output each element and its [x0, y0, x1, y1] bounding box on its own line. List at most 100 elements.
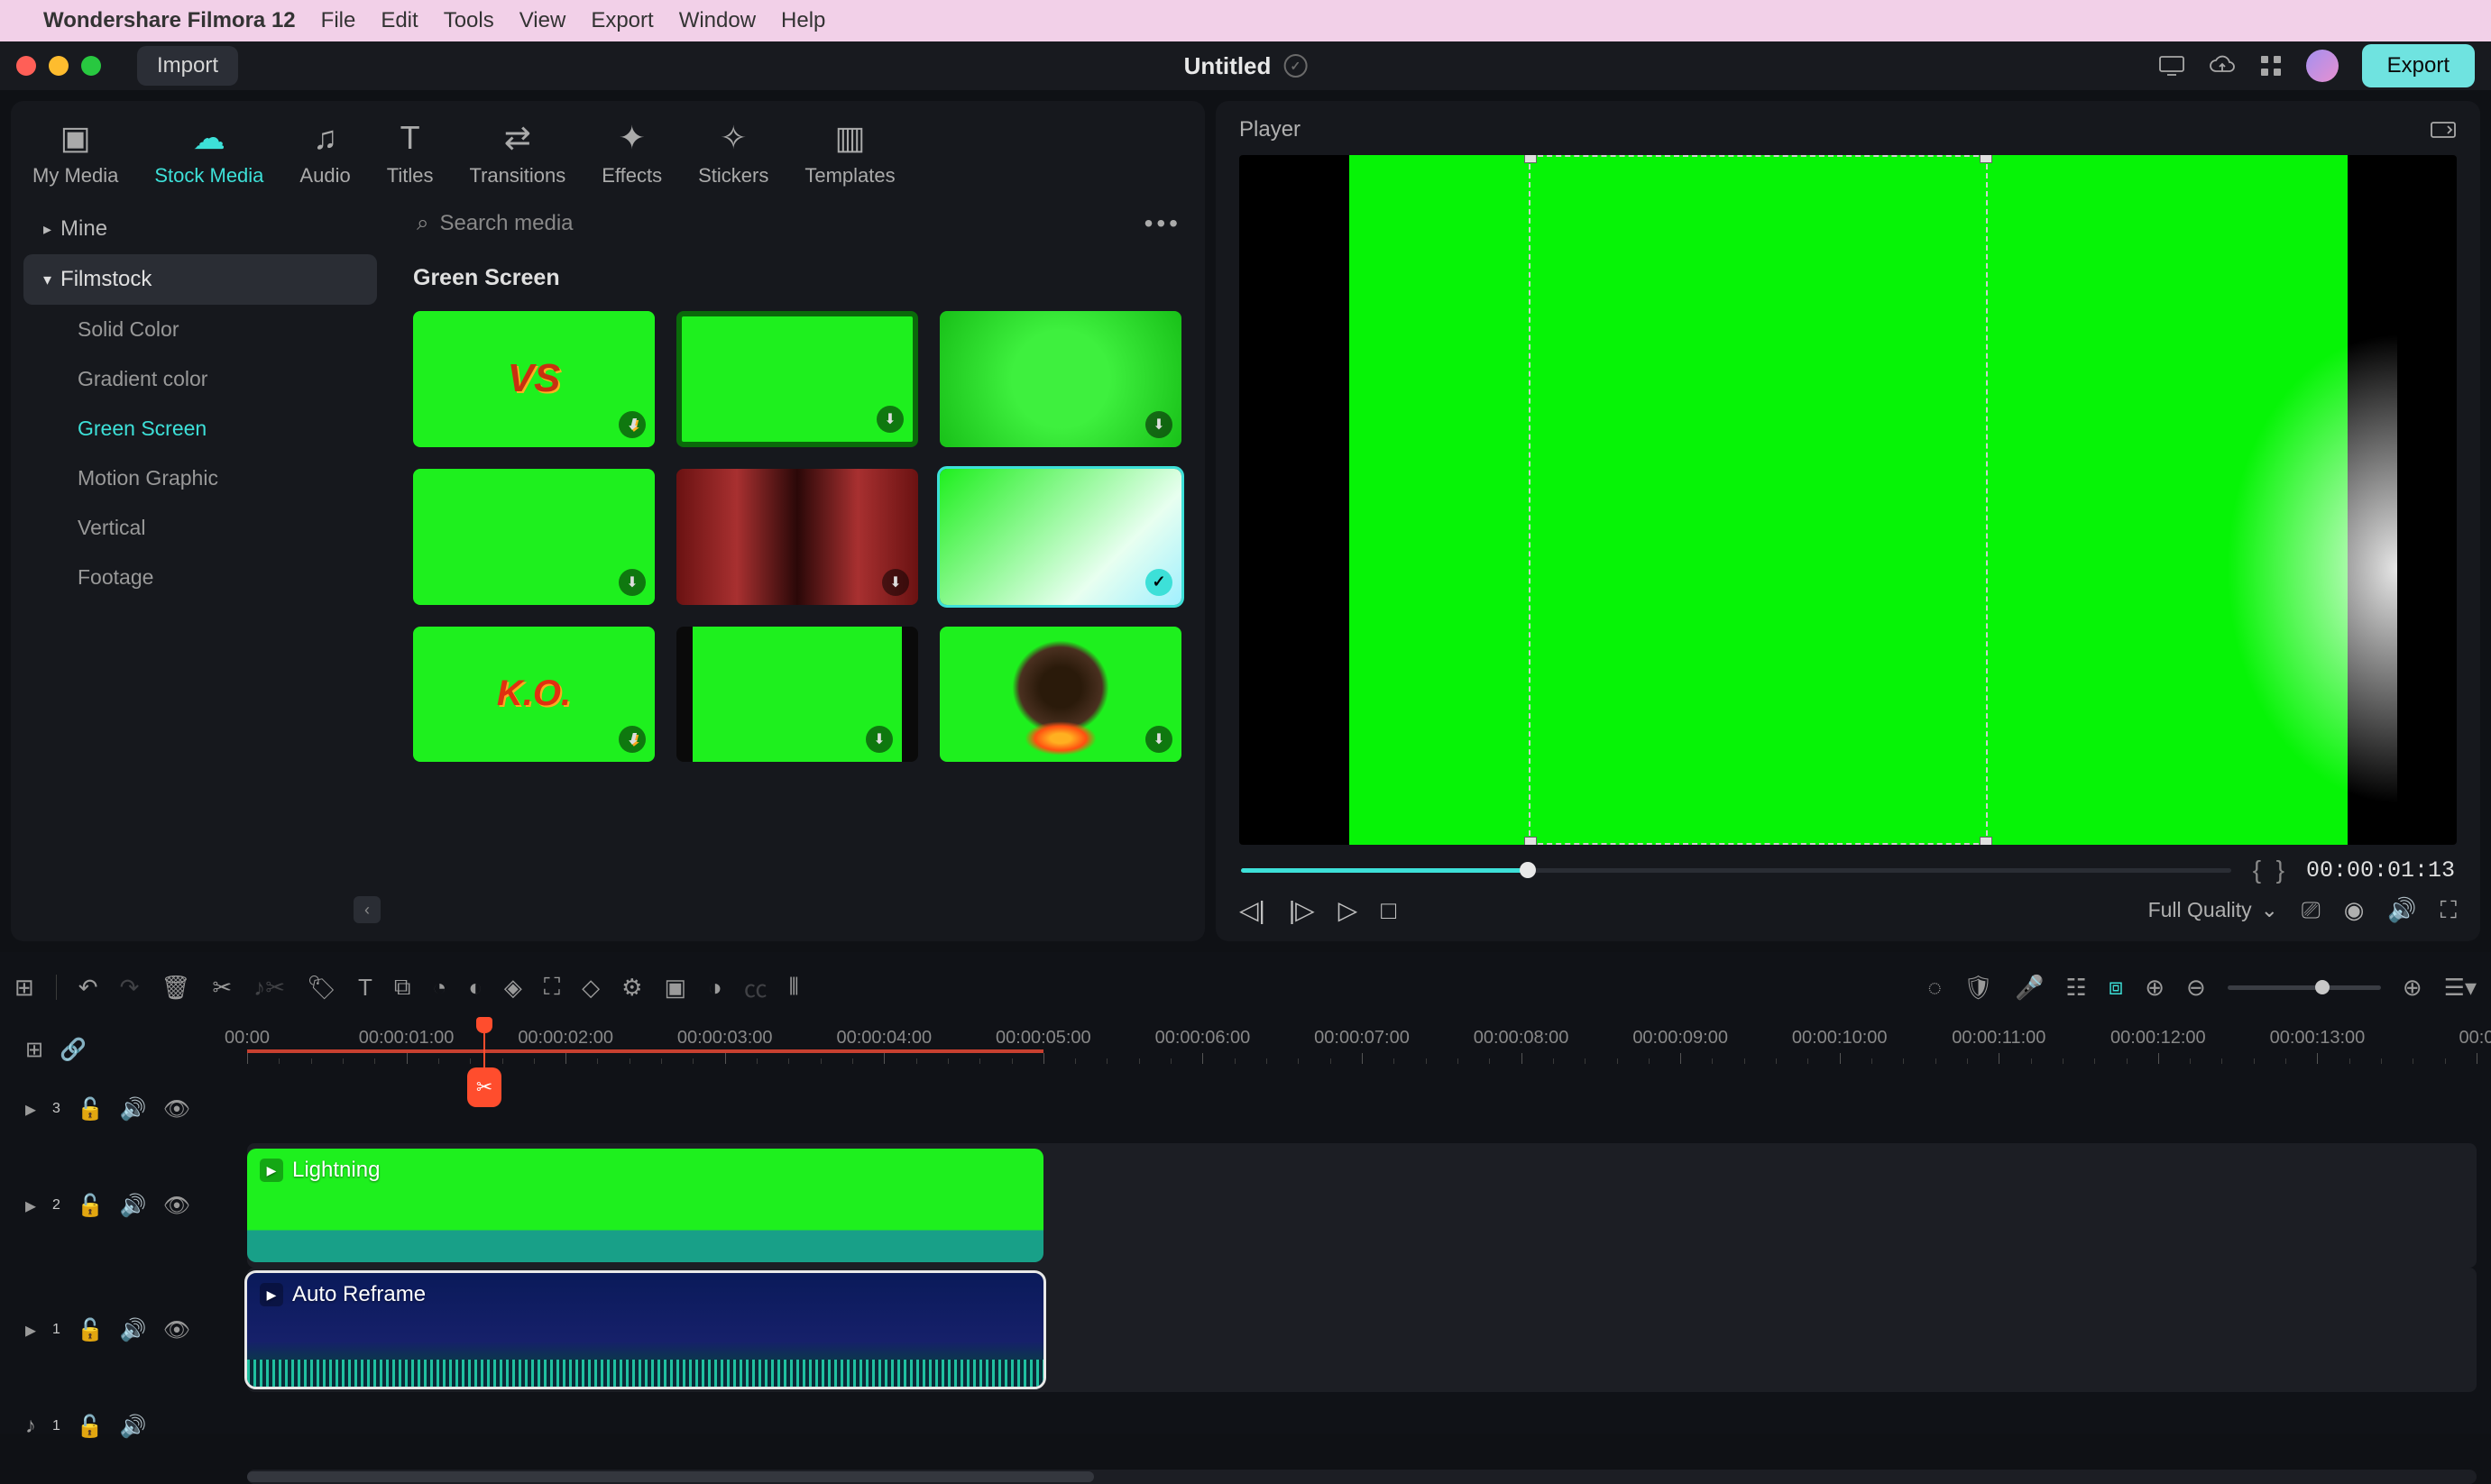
tab-stickers[interactable]: ✧Stickers	[698, 119, 768, 188]
quality-selector[interactable]: Full Quality ⌄	[2148, 898, 2278, 922]
snap-icon[interactable]: ⧈	[2109, 973, 2124, 1002]
adjust-icon[interactable]: ⚙	[621, 974, 642, 1002]
window-maximize-button[interactable]	[81, 56, 101, 76]
tab-titles[interactable]: TTitles	[387, 119, 434, 188]
lock-icon[interactable]: 🔓	[77, 1193, 104, 1219]
thumb-explosion[interactable]: ⬇	[940, 627, 1181, 763]
thumb-curtain[interactable]: ⬇	[676, 469, 918, 605]
track-options-icon[interactable]: ☰▾	[2444, 974, 2477, 1002]
sidebar-item-filmstock[interactable]: Filmstock	[23, 254, 377, 305]
link-icon[interactable]: 🔗	[60, 1037, 87, 1063]
work-area-bar[interactable]	[247, 1049, 1043, 1053]
mic-icon[interactable]: 🎤	[2015, 974, 2044, 1002]
download-icon[interactable]: ⬇	[619, 411, 646, 438]
sidebar-collapse-button[interactable]: ‹	[354, 896, 381, 923]
mute-icon[interactable]: 🔊	[120, 1193, 147, 1219]
track-add-icon[interactable]: ⊕	[2145, 974, 2165, 1002]
undo-icon[interactable]: ↶	[78, 974, 98, 1002]
snapshot-icon[interactable]: ◉	[2344, 896, 2365, 924]
playhead[interactable]: ✂	[483, 1024, 485, 1075]
tab-effects[interactable]: ✦Effects	[602, 119, 662, 188]
more-options-icon[interactable]: •••	[1144, 209, 1181, 238]
save-status-icon[interactable]: ✓	[1283, 54, 1307, 78]
zoom-slider[interactable]	[2228, 985, 2381, 990]
zoom-in-icon[interactable]: ⊕	[2403, 974, 2422, 1002]
tab-templates[interactable]: ▥Templates	[804, 119, 895, 188]
lock-icon[interactable]: 🔓	[77, 1317, 104, 1343]
thumb-vs[interactable]: VS⬇	[413, 311, 655, 447]
thumb-dark-frame[interactable]: ⬇	[676, 311, 918, 447]
apps-grid-icon[interactable]	[2259, 54, 2283, 78]
volume-icon[interactable]: 🔊	[2387, 896, 2416, 924]
thumb-plain[interactable]: ⬇	[413, 469, 655, 605]
menu-file[interactable]: File	[321, 8, 356, 33]
sidebar-sub-footage[interactable]: Footage	[23, 553, 377, 602]
render-icon[interactable]: ◌	[1928, 974, 1942, 1002]
window-minimize-button[interactable]	[49, 56, 69, 76]
subtitle-icon[interactable]: ㏄	[744, 971, 768, 1004]
scrollbar-thumb[interactable]	[247, 1471, 1094, 1482]
visibility-icon[interactable]: 👁	[163, 1317, 190, 1343]
thumb-burst[interactable]: ⬇	[940, 311, 1181, 447]
text-icon[interactable]: T	[358, 974, 372, 1002]
playhead-handle[interactable]	[476, 1017, 492, 1033]
crop-frame[interactable]	[1529, 155, 1988, 845]
sidebar-sub-vertical[interactable]: Vertical	[23, 503, 377, 553]
tab-audio[interactable]: ♫Audio	[299, 119, 350, 188]
thumb-ko[interactable]: K.O.⬇	[413, 627, 655, 763]
app-name[interactable]: Wondershare Filmora 12	[43, 8, 296, 33]
menu-edit[interactable]: Edit	[381, 8, 418, 33]
mute-icon[interactable]: 🔊	[120, 1414, 147, 1440]
prev-frame-button[interactable]: ◁|	[1239, 895, 1265, 925]
audio-detach-icon[interactable]: ♪✂	[253, 974, 285, 1002]
compare-icon[interactable]	[2430, 119, 2457, 141]
thumb-lightning[interactable]: ✓	[940, 469, 1181, 605]
user-avatar[interactable]	[2306, 50, 2339, 82]
color-icon[interactable]: ◐	[468, 974, 483, 1002]
sidebar-sub-green-screen[interactable]: Green Screen	[23, 404, 377, 453]
timeline-ruler[interactable]: 00:0000:00:01:0000:00:02:0000:00:03:0000…	[247, 1024, 2477, 1075]
crop-handle-tl[interactable]	[1524, 155, 1537, 163]
sidebar-item-mine[interactable]: Mine	[23, 204, 377, 254]
silence-icon[interactable]: ◑	[708, 974, 722, 1002]
arrange-icon[interactable]: ⊞	[14, 974, 34, 1002]
lock-icon[interactable]: 🔓	[77, 1414, 104, 1440]
visibility-icon[interactable]: 👁	[163, 1096, 190, 1122]
lock-icon[interactable]: 🔓	[77, 1096, 104, 1122]
track-lane-a1[interactable]	[247, 1392, 2477, 1461]
download-icon[interactable]: ⬇	[1145, 411, 1172, 438]
download-icon[interactable]: ⬇	[877, 406, 904, 433]
mute-icon[interactable]: 🔊	[120, 1317, 147, 1343]
cloud-upload-icon[interactable]	[2209, 55, 2236, 77]
menu-window[interactable]: Window	[679, 8, 756, 33]
sidebar-sub-motion-graphic[interactable]: Motion Graphic	[23, 453, 377, 503]
import-button[interactable]: Import	[137, 46, 238, 86]
sidebar-sub-gradient-color[interactable]: Gradient color	[23, 354, 377, 404]
crop-handle-br[interactable]	[1980, 837, 1992, 845]
download-icon[interactable]: ⬇	[1145, 726, 1172, 753]
zoom-out-icon[interactable]: ⊖	[2186, 974, 2206, 1002]
playback-scrubber[interactable]	[1241, 868, 2231, 873]
mark-out-button[interactable]: }	[2271, 856, 2290, 884]
sidebar-sub-solid-color[interactable]: Solid Color	[23, 305, 377, 354]
window-close-button[interactable]	[16, 56, 36, 76]
stop-button[interactable]: □	[1381, 896, 1396, 925]
menu-help[interactable]: Help	[781, 8, 825, 33]
add-track-icon[interactable]: ⊞	[25, 1037, 43, 1063]
export-button[interactable]: Export	[2362, 44, 2475, 87]
tag-icon[interactable]: 🏷	[307, 974, 336, 1002]
fullscreen-icon[interactable]: ⛶	[2440, 896, 2457, 925]
redo-icon[interactable]: ↷	[120, 974, 140, 1002]
display-icon[interactable]	[2158, 55, 2185, 77]
tab-stock-media[interactable]: ☁Stock Media	[154, 119, 263, 188]
tab-transitions[interactable]: ⇄Transitions	[469, 119, 565, 188]
group-icon[interactable]: ▣	[664, 974, 686, 1002]
delete-icon[interactable]: 🗑	[161, 974, 190, 1002]
timeline-scrollbar[interactable]	[14, 1470, 2477, 1484]
track-lane-v1[interactable]: ▶Auto Reframe	[247, 1268, 2477, 1392]
speed-icon[interactable]: ◔	[432, 974, 446, 1002]
fit-icon[interactable]: ⛶	[544, 973, 560, 1002]
preview-viewport[interactable]	[1239, 155, 2457, 845]
track-lane-v2[interactable]: ▶Lightning	[247, 1143, 2477, 1268]
download-icon[interactable]: ⬇	[619, 569, 646, 596]
